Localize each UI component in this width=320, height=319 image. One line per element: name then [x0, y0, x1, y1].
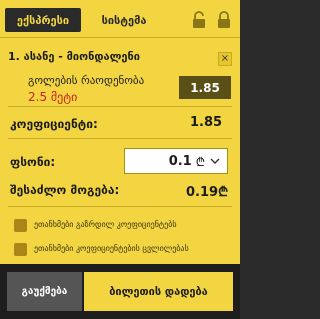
- lock-open-icon[interactable]: [192, 11, 206, 29]
- tab-system[interactable]: სისტემა: [88, 8, 160, 32]
- remove-bet-button[interactable]: ×: [218, 52, 232, 66]
- total-coef-value: 1.85: [190, 115, 223, 130]
- accept-odds-change-checkbox[interactable]: [14, 243, 27, 256]
- close-icon: ×: [220, 53, 230, 64]
- accept-odds-change-label: ეთანხმები კოეფიციენტების ცვლილებას: [34, 244, 189, 253]
- accept-higher-odds-checkbox[interactable]: [14, 219, 27, 232]
- accept-higher-odds-label: ეთანხმები გაზრდილ კოეფიციენტებს: [34, 220, 177, 229]
- stake-label: ფსონი:: [10, 155, 56, 169]
- bet-event-title: 1. ასანე - მიონდალენი: [8, 50, 140, 63]
- divider: [8, 206, 232, 207]
- tab-express[interactable]: ექსპრესი: [5, 8, 81, 32]
- divider: [8, 106, 232, 107]
- lock-closed-icon[interactable]: [217, 11, 231, 29]
- bet-selection: 2.5 მეტი: [28, 90, 78, 104]
- chevron-down-icon[interactable]: [209, 155, 221, 167]
- place-bet-button[interactable]: ბილეთის დადება: [84, 272, 233, 311]
- clear-button[interactable]: გაუქმება: [7, 272, 82, 311]
- betslip-panel: ექსპრესი სისტემა 1. ასანე - მიონდალენი ×…: [0, 0, 240, 319]
- divider: [8, 138, 232, 139]
- bet-market: გოლების რაოდენობა: [28, 74, 145, 87]
- bet-odds: 1.85: [179, 76, 231, 99]
- possible-win-value: 0.19₾: [186, 185, 229, 200]
- currency-icon: ₾: [195, 154, 205, 169]
- stake-value[interactable]: 0.1: [169, 154, 192, 169]
- total-coef-label: კოეფიციენტი:: [10, 117, 98, 131]
- betslip-header: ექსპრესი სისტემა: [0, 0, 240, 38]
- possible-win-label: შესაძლო მოგება:: [10, 183, 120, 197]
- stake-input[interactable]: 0.1 ₾: [124, 148, 228, 174]
- betslip-footer: გაუქმება ბილეთის დადება: [0, 264, 240, 319]
